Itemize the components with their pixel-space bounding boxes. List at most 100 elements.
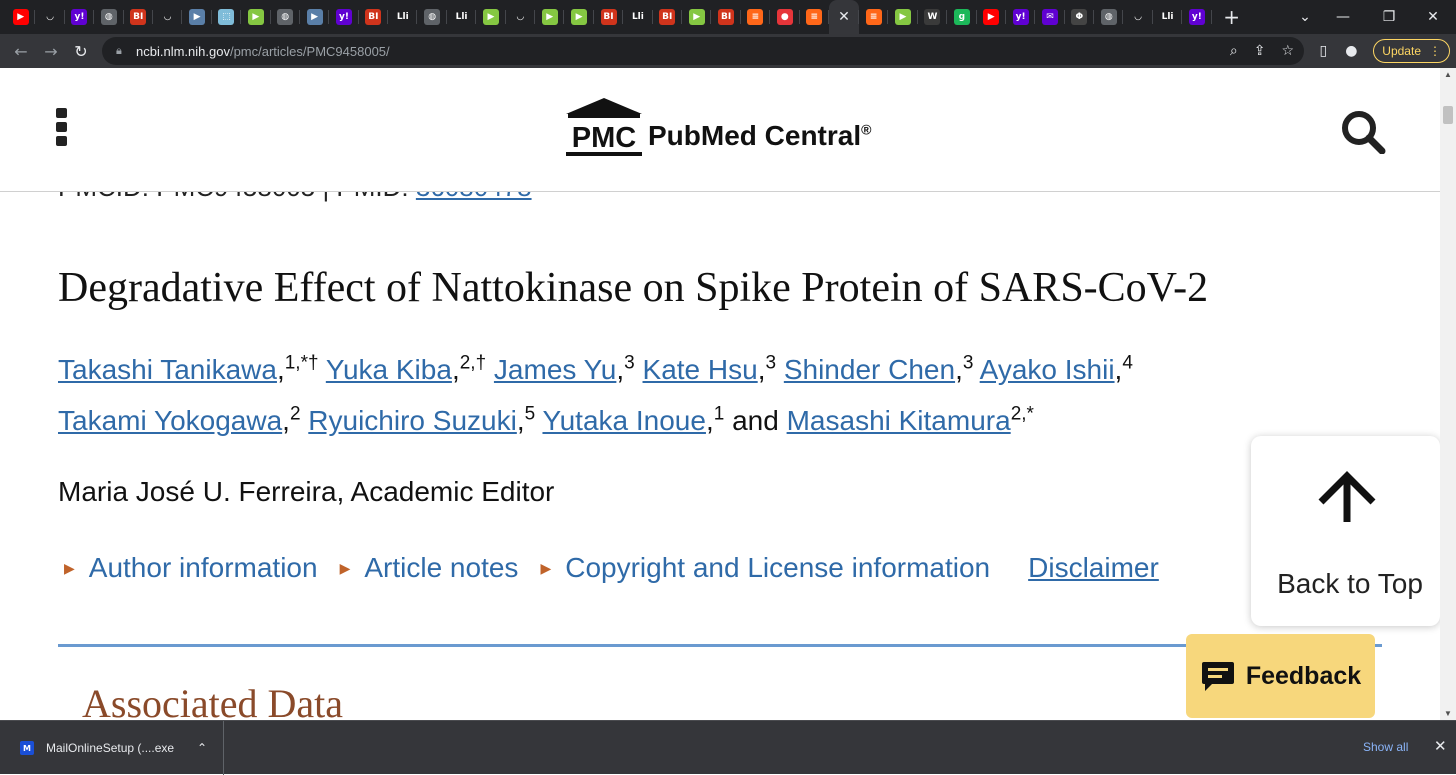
- browser-tab[interactable]: ◍: [271, 0, 301, 34]
- scrollbar-thumb[interactable]: [1443, 106, 1453, 124]
- browser-tab[interactable]: ▶: [476, 0, 507, 34]
- browser-tab[interactable]: BI: [359, 0, 389, 34]
- browser-tab[interactable]: y!: [65, 0, 95, 34]
- zoom-icon[interactable]: ⌕: [1230, 43, 1238, 59]
- feedback-button[interactable]: Feedback: [1186, 634, 1375, 718]
- yahoo-icon: y!: [1188, 9, 1205, 25]
- browser-tab[interactable]: BI: [594, 0, 624, 34]
- browser-tab[interactable]: ▶: [888, 0, 919, 34]
- browser-tab[interactable]: ◡: [153, 0, 183, 34]
- address-bar[interactable]: 🔒︎ ncbi.nlm.nih.gov/pmc/articles/PMC9458…: [102, 37, 1304, 65]
- browser-tab[interactable]: ⬚: [212, 0, 242, 34]
- browser-tab[interactable]: ▶: [535, 0, 565, 34]
- back-to-top-button[interactable]: Back to Top: [1251, 436, 1440, 626]
- download-item[interactable]: M MailOnlineSetup (....exe ⌃: [0, 721, 224, 775]
- browser-tab[interactable]: Lli: [623, 0, 653, 34]
- author-link[interactable]: Kate Hsu: [643, 354, 758, 385]
- browser-tab[interactable]: y!: [1006, 0, 1036, 34]
- browser-tab[interactable]: ≡: [741, 0, 771, 34]
- author-link[interactable]: Takashi Tanikawa: [58, 354, 277, 385]
- author-link[interactable]: Yutaka Inoue: [542, 405, 705, 436]
- globe-icon: ◍: [277, 9, 294, 25]
- download-bar: M MailOnlineSetup (....exe ⌃ Show all ✕: [0, 720, 1456, 775]
- browser-tab[interactable]: ◡: [1123, 0, 1154, 34]
- author-link[interactable]: Ryuichiro Suzuki: [308, 405, 517, 436]
- youtube-icon: ▶: [983, 9, 1000, 25]
- browser-tab[interactable]: ▶: [300, 0, 330, 34]
- browser-tab[interactable]: ◡: [506, 0, 536, 34]
- update-button[interactable]: Update ⋮: [1373, 39, 1450, 63]
- browser-tab[interactable]: ✕: [828, 0, 859, 34]
- rumble-icon: ▶: [571, 9, 588, 25]
- author-link[interactable]: Masashi Kitamura: [787, 405, 1011, 436]
- browser-tab[interactable]: ▶: [6, 0, 36, 34]
- author-separator: and: [724, 405, 787, 436]
- pmc-logo[interactable]: PMC PubMed Central®: [562, 96, 871, 158]
- minimize-icon[interactable]: —: [1320, 0, 1366, 34]
- browser-tab[interactable]: Lli: [388, 0, 418, 34]
- search-icon[interactable]: [1340, 110, 1386, 154]
- section-divider: [58, 644, 1382, 647]
- scroll-down-arrow-icon[interactable]: ▼: [1444, 709, 1452, 718]
- browser-tab[interactable]: y!: [329, 0, 360, 34]
- author-link[interactable]: Shinder Chen: [784, 354, 955, 385]
- browser-tab[interactable]: Φ: [1065, 0, 1095, 34]
- scroll-up-arrow-icon[interactable]: ▲: [1444, 70, 1452, 79]
- browser-tab[interactable]: ●: [770, 0, 800, 34]
- close-download-bar-icon[interactable]: ✕: [1434, 737, 1447, 755]
- browser-tab[interactable]: BI: [124, 0, 154, 34]
- profile-icon[interactable]: ●: [1337, 43, 1365, 59]
- browser-tab[interactable]: ✉: [1035, 0, 1066, 34]
- browser-tab[interactable]: ▶: [682, 0, 712, 34]
- browser-tab[interactable]: ▶: [564, 0, 595, 34]
- browser-tab[interactable]: ◍: [1094, 0, 1124, 34]
- youtube-icon: ▶: [12, 9, 29, 25]
- browser-tab[interactable]: g: [947, 0, 977, 34]
- substack-icon: ≡: [806, 9, 823, 25]
- back-arrow-icon[interactable]: ←: [6, 36, 36, 66]
- globe-icon: ◍: [1100, 9, 1117, 25]
- rumble-icon: ▶: [541, 9, 558, 25]
- chevron-up-icon[interactable]: ⌃: [197, 741, 207, 755]
- author-link[interactable]: Ayako Ishii: [980, 354, 1115, 385]
- phi-icon: Φ: [1071, 9, 1088, 25]
- restore-icon[interactable]: ❐: [1366, 0, 1412, 34]
- side-panel-icon[interactable]: ▯: [1309, 43, 1337, 59]
- window-close-icon[interactable]: ✕: [1410, 0, 1456, 34]
- menu-icon[interactable]: [56, 108, 68, 146]
- page-scrollbar[interactable]: ▲ ▼: [1440, 68, 1456, 720]
- browser-tab[interactable]: Lli: [447, 0, 477, 34]
- author-link[interactable]: Takami Yokogawa: [58, 405, 282, 436]
- browser-tab[interactable]: ▶: [977, 0, 1007, 34]
- browser-tab[interactable]: ≡: [800, 0, 830, 34]
- show-all-button[interactable]: Show all: [1363, 740, 1408, 754]
- browser-tab[interactable]: ▶: [182, 0, 213, 34]
- close-icon[interactable]: ✕: [836, 9, 852, 25]
- browser-tab[interactable]: ◡: [35, 0, 66, 34]
- author-information-link[interactable]: Author information: [89, 552, 318, 584]
- browser-tab[interactable]: W: [918, 0, 948, 34]
- browser-tab[interactable]: ≡: [859, 0, 889, 34]
- rumble-icon: ▶: [688, 9, 705, 25]
- browser-tab[interactable]: ◍: [94, 0, 124, 34]
- affiliation-marker: 2,†: [459, 352, 487, 374]
- browser-tab[interactable]: BI: [711, 0, 742, 34]
- new-tab-button[interactable]: +: [1216, 5, 1248, 29]
- browser-tab[interactable]: y!: [1182, 0, 1213, 34]
- browser-tab[interactable]: Lli: [1153, 0, 1183, 34]
- disclaimer-link[interactable]: Disclaimer: [1028, 552, 1159, 584]
- browser-tab[interactable]: ◍: [417, 0, 448, 34]
- browser-tab[interactable]: BI: [653, 0, 683, 34]
- kebab-menu-icon: ⋮: [1429, 44, 1441, 58]
- browser-tab[interactable]: ▶: [241, 0, 271, 34]
- author-link[interactable]: Yuka Kiba: [326, 354, 452, 385]
- share-icon[interactable]: ⇪: [1254, 43, 1266, 59]
- reload-icon[interactable]: ↻: [66, 36, 96, 66]
- article-notes-link[interactable]: Article notes: [364, 552, 518, 584]
- author-link[interactable]: James Yu: [494, 354, 616, 385]
- bookmark-star-icon[interactable]: ☆: [1281, 43, 1294, 59]
- copyright-license-link[interactable]: Copyright and License information: [565, 552, 990, 584]
- forward-arrow-icon[interactable]: →: [36, 36, 66, 66]
- affiliation-marker: 2: [289, 403, 301, 425]
- author-separator: [486, 354, 494, 385]
